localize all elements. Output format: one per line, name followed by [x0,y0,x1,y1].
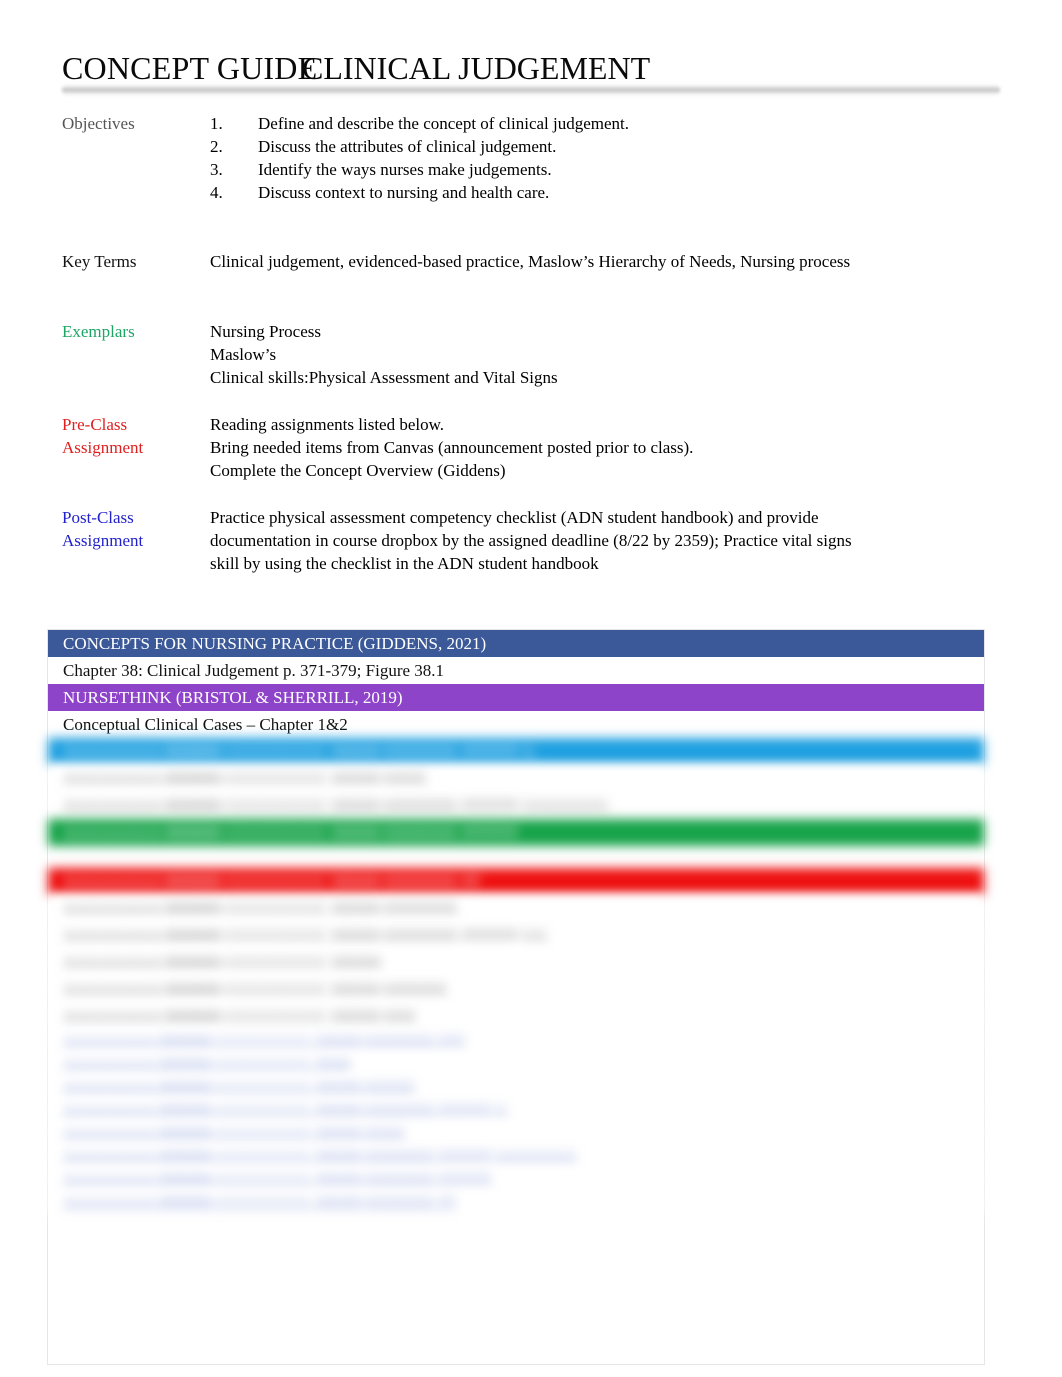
objectives-list: 1. Define and describe the concept of cl… [210,112,1002,204]
pre-class-line: Complete the Concept Overview (Giddens) [210,461,506,480]
pre-class-label-line1: Pre-Class [62,415,128,434]
table-row[interactable]: AAAAAAAA BBBBB CCCCCCCCC DDD [48,1053,984,1076]
band-redacted-red: AAAAAAAA BBBBB CCCCCCCCC DDDD EEEEEEE FF [48,868,984,895]
resource-link[interactable]: AAAAAAAA BBBBB CCCCCCCCC DDDD EEEE [48,1122,984,1145]
resource-link[interactable]: AAAAAAAA BBBBB CCCCCCCCC DDDD EEEEEEE FF… [48,1099,984,1122]
table-row: AAAAAAAA BBBBB CCCCCCCCC DDDD EEEEEEE FF [48,868,984,895]
document-page: CONCEPT GUIDE CLINICAL JUDGEMENT Objecti… [0,0,1062,1377]
reading-redacted-line: AAAAAAAA BBBBB CCCCCCCCC DDDD [48,949,984,976]
table-row: AAAAAAAA BBBBB CCCCCCCCC DDDD EEEEEEE FF… [48,922,984,949]
table-row-spacer [48,846,984,868]
reading-redacted-line: AAAAAAAA BBBBB CCCCCCCCC DDDD EEEEEEE FF… [48,922,984,949]
page-footer [50,1282,990,1298]
resource-link[interactable]: AAAAAAAA BBBBB CCCCCCCCC DDD [48,1053,984,1076]
table-row: AAAAAAAA BBBBB CCCCCCCCC DDDD EEEEEEE FF… [48,792,984,819]
table-row[interactable]: AAAAAAAA BBBBB CCCCCCCCC DDDD EEEEEEE FF… [48,1030,984,1053]
table-row: AAAAAAAA BBBBB CCCCCCCCC DDDD EEEEEEE FF… [48,819,984,846]
table-row: AAAAAAAA BBBBB CCCCCCCCC DDDD EEEE [48,765,984,792]
resource-link[interactable]: AAAAAAAA BBBBB CCCCCCCCC DDDD EEEEEEE FF [48,1191,984,1214]
list-item: 2. Discuss the attributes of clinical ju… [210,135,1002,158]
row-exemplars: Exemplars Nursing Process Maslow’s Clini… [62,320,1002,389]
page-title-part-b: CLINICAL JUDGEMENT [302,50,651,86]
row-key-terms: Key Terms Clinical judgement, evidenced-… [62,250,1002,273]
table-row: AAAAAAAA BBBBB CCCCCCCCC DDDD EEE [48,1003,984,1030]
table-row[interactable]: AAAAAAAA BBBBB CCCCCCCCC DDDD EEEEE [48,1076,984,1099]
table-row[interactable]: AAAAAAAA BBBBB CCCCCCCCC DDDD EEEEEEE FF [48,1191,984,1214]
row-pre-class: Pre-Class Assignment Reading assignments… [62,413,1002,482]
table-row: NURSETHINK (BRISTOL & SHERRILL, 2019) [48,684,984,711]
list-item: 4. Discuss context to nursing and health… [210,181,1002,204]
resource-link[interactable]: AAAAAAAA BBBBB CCCCCCCCC DDDD EEEEE [48,1076,984,1099]
exemplars-line: Maslow’s [210,345,277,364]
table-row: AAAAAAAA BBBBB CCCCCCCCC DDDD EEEEEE [48,976,984,1003]
post-class-line: Practice physical assessment competency … [210,508,819,527]
reading-redacted-line: AAAAAAAA BBBBB CCCCCCCCC DDDD EEEE [48,765,984,792]
objective-text: Discuss context to nursing and health ca… [258,183,550,202]
objectives-label: Objectives [62,114,135,133]
objective-number: 1. [210,114,223,133]
band-redacted-green: AAAAAAAA BBBBB CCCCCCCCC DDDD EEEEEEE FF… [48,819,984,846]
reading-giddens-chapter: Chapter 38: Clinical Judgement p. 371-37… [48,657,984,684]
objective-number: 4. [210,183,223,202]
band-redacted-cyan: AAAAAAAA BBBBB CCCCCCCCC DDDD EEEEEEE FF… [48,738,984,765]
reading-redacted-line: AAAAAAAA BBBBB CCCCCCCCC DDDD EEEEEEE FF… [48,792,984,819]
table-row[interactable]: AAAAAAAA BBBBB CCCCCCCCC DDDD EEEEEEE FF… [48,1168,984,1191]
reading-resources-table: CONCEPTS FOR NURSING PRACTICE (GIDDENS, … [47,629,985,1365]
objective-text: Define and describe the concept of clini… [258,114,630,133]
pre-class-line: Bring needed items from Canvas (announce… [210,438,694,457]
pre-class-label-line2: Assignment [62,438,144,457]
key-terms-body: Clinical judgement, evidenced-based prac… [210,250,1002,273]
table-row[interactable]: AAAAAAAA BBBBB CCCCCCCCC DDDD EEEEEEE FF… [48,1099,984,1122]
key-terms-line: Clinical judgement, evidenced-based prac… [210,252,851,271]
pre-class-body: Reading assignments listed below. Bring … [210,413,1002,482]
table-row: AAAAAAAA BBBBB CCCCCCCCC DDDD EEEEEEE [48,895,984,922]
exemplars-line: Nursing Process [210,322,321,341]
footer-center [518,1282,522,1298]
table-row: Conceptual Clinical Cases – Chapter 1&2 [48,711,984,738]
table-row[interactable]: AAAAAAAA BBBBB CCCCCCCCC DDDD EEEE [48,1122,984,1145]
pre-class-label: Pre-Class Assignment [62,413,210,459]
exemplars-line: Clinical skills:Physical Assessment and … [210,368,558,387]
objective-text: Identify the ways nurses make judgements… [258,160,552,179]
table-row[interactable]: AAAAAAAA BBBBB CCCCCCCCC DDDD EEEEEEE FF… [48,1145,984,1168]
post-class-line: skill by using the checklist in the ADN … [210,554,599,573]
resource-link[interactable]: AAAAAAAA BBBBB CCCCCCCCC DDDD EEEEEEE FF… [48,1145,984,1168]
pre-class-line: Reading assignments listed below. [210,415,445,434]
band-nursethink: NURSETHINK (BRISTOL & SHERRILL, 2019) [48,684,984,711]
objective-number: 2. [210,137,223,156]
table-row: AAAAAAAA BBBBB CCCCCCCCC DDDD [48,949,984,976]
reading-redacted-line: AAAAAAAA BBBBB CCCCCCCCC DDDD EEE [48,1003,984,1030]
resource-link[interactable]: AAAAAAAA BBBBB CCCCCCCCC DDDD EEEEEEE FF… [48,1168,984,1191]
footer-left [50,1282,54,1298]
post-class-line: documentation in course dropbox by the a… [210,531,852,550]
table-row: CONCEPTS FOR NURSING PRACTICE (GIDDENS, … [48,630,984,657]
reading-redacted-line: AAAAAAAA BBBBB CCCCCCCCC DDDD EEEEEE [48,976,984,1003]
band-giddens: CONCEPTS FOR NURSING PRACTICE (GIDDENS, … [48,630,984,657]
objective-number: 3. [210,160,223,179]
key-terms-label: Key Terms [62,252,137,271]
table-row: AAAAAAAA BBBBB CCCCCCCCC DDDD EEEEEEE FF… [48,738,984,765]
row-objectives: Objectives 1. Define and describe the co… [62,112,1002,204]
page-title-part-a: CONCEPT GUIDE [62,50,318,86]
exemplars-label: Exemplars [62,322,135,341]
list-item: 1. Define and describe the concept of cl… [210,112,1002,135]
post-class-label: Post-Class Assignment [62,506,210,552]
resource-link[interactable]: AAAAAAAA BBBBB CCCCCCCCC DDDD EEEEEEE FF… [48,1030,984,1053]
title-divider [62,84,1000,96]
meta-section: Objectives 1. Define and describe the co… [62,112,1002,575]
post-class-label-line1: Post-Class [62,508,134,527]
footer-right [987,1282,991,1298]
reading-nursethink-chapter: Conceptual Clinical Cases – Chapter 1&2 [48,711,984,738]
row-post-class: Post-Class Assignment Practice physical … [62,506,1002,575]
objective-text: Discuss the attributes of clinical judge… [258,137,557,156]
post-class-body: Practice physical assessment competency … [210,506,1002,575]
post-class-label-line2: Assignment [62,531,144,550]
table-row: Chapter 38: Clinical Judgement p. 371-37… [48,657,984,684]
list-item: 3. Identify the ways nurses make judgeme… [210,158,1002,181]
exemplars-body: Nursing Process Maslow’s Clinical skills… [210,320,1002,389]
reading-redacted-line: AAAAAAAA BBBBB CCCCCCCCC DDDD EEEEEEE [48,895,984,922]
